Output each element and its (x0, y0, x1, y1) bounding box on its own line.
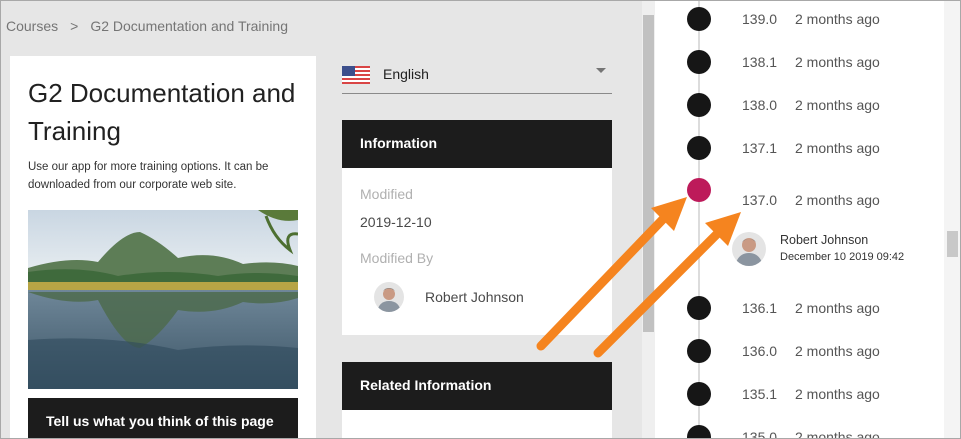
version-history-pane: 139.0 2 months ago 138.1 2 months ago 13… (656, 1, 944, 439)
course-landscape-image (28, 210, 298, 389)
related-information-header: Related Information (342, 362, 612, 410)
us-flag-icon (342, 66, 370, 84)
version-number: 136.1 (742, 300, 778, 316)
timeline-item[interactable]: 135.0 2 months ago (656, 425, 944, 439)
app-window: Courses > G2 Documentation and Training G2… (0, 0, 961, 439)
version-age: 2 months ago (795, 54, 880, 70)
feedback-bar[interactable]: Tell us what you think of this page (28, 398, 298, 438)
breadcrumb: Courses > G2 Documentation and Training (6, 18, 288, 34)
timeline-dot[interactable] (687, 50, 711, 74)
language-select[interactable]: English (342, 58, 612, 94)
version-age: 2 months ago (795, 192, 880, 208)
timeline-item[interactable]: 139.0 2 months ago (656, 7, 944, 37)
history-scrollbar-thumb[interactable] (947, 231, 958, 257)
information-header: Information (342, 120, 612, 168)
information-title: Information (360, 135, 437, 151)
timeline-item[interactable]: 138.0 2 months ago (656, 93, 944, 123)
course-description: Use our app for more training options. I… (28, 161, 269, 191)
modified-by-label: Modified By (360, 250, 434, 266)
version-number: 138.0 (742, 97, 778, 113)
timeline-dot[interactable] (687, 136, 711, 160)
avatar (374, 282, 404, 312)
version-age: 2 months ago (795, 140, 880, 156)
version-number: 135.0 (742, 429, 778, 439)
modified-label: Modified (360, 186, 413, 202)
timeline-item-selected[interactable]: 137.0 2 months ago (656, 178, 944, 208)
version-number: 135.1 (742, 386, 778, 402)
timeline-dot[interactable] (687, 93, 711, 117)
information-panel: Information Modified 2019-12-10 Modified… (342, 120, 612, 335)
timeline-dot[interactable] (687, 296, 711, 320)
related-information-title: Related Information (360, 377, 492, 393)
version-number: 136.0 (742, 343, 778, 359)
version-age: 2 months ago (795, 11, 880, 27)
timeline-item[interactable]: 136.1 2 months ago (656, 296, 944, 326)
version-age: 2 months ago (795, 429, 880, 439)
page-title: G2 Documentation and Training (28, 78, 296, 146)
timeline-dot[interactable] (687, 382, 711, 406)
timeline-item[interactable]: 138.1 2 months ago (656, 50, 944, 80)
chevron-down-icon (596, 68, 606, 73)
history-scrollbar[interactable] (944, 1, 960, 438)
content-scrollbar-thumb[interactable] (643, 15, 654, 332)
version-number: 137.0 (742, 192, 778, 208)
avatar (732, 232, 766, 266)
timeline-item[interactable]: 135.1 2 months ago (656, 382, 944, 412)
breadcrumb-current: G2 Documentation and Training (90, 18, 289, 34)
version-age: 2 months ago (795, 97, 880, 113)
timeline-item[interactable]: 136.0 2 months ago (656, 339, 944, 369)
timeline-dot[interactable] (687, 339, 711, 363)
course-card: G2 Documentation and Training Use our ap… (10, 56, 316, 438)
breadcrumb-courses-link[interactable]: Courses (6, 18, 58, 34)
modified-by-value[interactable]: Robert Johnson (425, 289, 524, 305)
modified-value: 2019-12-10 (360, 214, 432, 230)
version-age: 2 months ago (795, 386, 880, 402)
version-age: 2 months ago (795, 300, 880, 316)
related-information-panel: Related Information (342, 362, 612, 438)
content-scrollbar[interactable] (642, 1, 655, 438)
version-number: 139.0 (742, 11, 778, 27)
version-author-name: Robert Johnson (780, 233, 869, 247)
version-number: 138.1 (742, 54, 778, 70)
breadcrumb-separator: > (70, 18, 79, 34)
content-pane: Courses > G2 Documentation and Training G2… (1, 1, 642, 438)
timeline-item[interactable]: 137.1 2 months ago (656, 136, 944, 166)
version-author: Robert Johnson December 10 2019 09:42 (732, 230, 932, 270)
version-number: 137.1 (742, 140, 778, 156)
version-age: 2 months ago (795, 343, 880, 359)
language-label: English (383, 66, 429, 82)
timeline-dot[interactable] (687, 425, 711, 438)
timeline-dot[interactable] (687, 7, 711, 31)
version-author-date: December 10 2019 09:42 (780, 251, 905, 263)
timeline-dot-active[interactable] (687, 178, 711, 202)
feedback-label: Tell us what you think of this page (46, 413, 274, 429)
